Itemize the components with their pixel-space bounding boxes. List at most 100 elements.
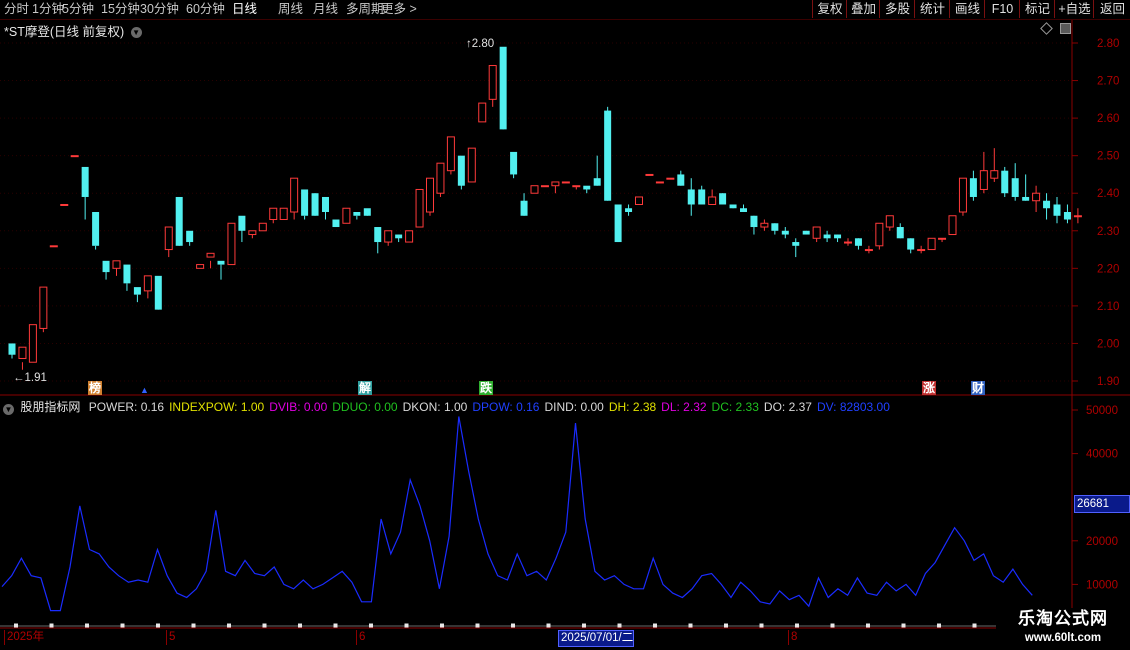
event-marker[interactable]: 财 [971,381,985,395]
candle [238,215,246,243]
double-up-arrow-icon[interactable]: ▲ [140,385,149,395]
candle [958,177,967,216]
candle [49,245,58,248]
toolbar-button-0[interactable]: 复权 [812,0,847,18]
candle [70,155,79,158]
signal-dot [227,623,231,628]
toolbar-button-1[interactable]: 叠加 [846,0,880,18]
candle [948,215,957,236]
candle [927,237,936,251]
tab-10[interactable]: 更多 > [381,1,417,18]
signal-dot [795,623,799,628]
signal-dot [404,623,409,628]
candle [771,223,779,235]
indicator-value: DO: 2.37 [763,400,812,414]
price-tick-label: 2.70 [1097,76,1119,88]
candle [342,207,351,224]
toolbar-button-7[interactable]: +自选 [1054,0,1094,18]
diamond-icon[interactable] [1040,22,1053,35]
signal-dot [85,623,89,628]
toolbar-button-8[interactable]: 返回 [1093,0,1130,18]
indicator-value: DDUO: 0.00 [332,400,398,414]
candle [8,343,16,359]
candle [677,170,685,186]
price-tick-label: 2.40 [1097,188,1119,200]
candle [92,212,100,250]
candle [655,181,664,184]
candle [332,219,340,228]
event-marker[interactable]: 涨 [922,381,936,395]
candle [1001,166,1009,197]
toolbar-button-5[interactable]: F10 [984,0,1020,18]
candle [687,178,695,216]
candle [81,166,89,220]
indicator-value: DC: 2.33 [711,400,759,414]
candle [635,196,643,205]
candle [467,147,476,183]
candle [258,222,267,232]
indicator-value: DIND: 0.00 [544,400,604,414]
candle [551,181,560,194]
period-toolbar: 分时 1分钟 5分钟 15分钟 30分钟 60分钟 日线 周线 月线 多周期 更多 > 复权 叠加 多股… [0,0,1130,20]
candle [1011,163,1019,201]
signal-dot [511,623,515,628]
candle [217,260,225,280]
signal-dot [156,623,160,628]
tab-5[interactable]: 60分钟 [186,1,225,18]
toolbar-button-4[interactable]: 画线 [949,0,985,18]
dropdown-chevron-icon[interactable]: ▼ [3,404,14,415]
expand-icon[interactable] [1060,23,1071,34]
event-marker[interactable]: 解 [358,381,372,395]
tab-2[interactable]: 5分钟 [62,1,94,18]
price-tick-label: 1.90 [1097,376,1119,388]
toolbar-button-3[interactable]: 统计 [914,0,950,18]
tab-4[interactable]: 30分钟 [140,1,179,18]
signal-dot [369,623,373,628]
candle [227,222,236,266]
candle [426,177,434,216]
date-label: 8 [788,630,797,645]
tab-1[interactable]: 1分钟 [32,1,64,18]
event-marker[interactable]: 榜 [88,381,102,395]
stock-title[interactable]: *ST摩登(日线 前复权) ▼ [4,21,142,40]
toolbar-button-2[interactable]: 多股 [879,0,915,18]
date-label: 5 [166,630,175,645]
candle [322,196,329,220]
candle [363,208,371,216]
candle [269,207,278,224]
tab-3[interactable]: 15分钟 [101,1,140,18]
tab-9[interactable]: 多周期 [346,1,384,18]
price-tick-label: 2.50 [1097,151,1119,163]
signal-dot [440,623,444,628]
candle [604,106,612,201]
event-marker[interactable]: 跌 [479,381,493,395]
volume-indicator-line [1,416,1033,612]
signal-dot [191,623,196,628]
indicator-value: POWER: 0.16 [88,400,165,414]
signal-dot [14,623,18,628]
kline-chart[interactable]: 2.80 2.70 2.60 2.50 2.40 2.30 2.20 2.10 2.00 1.90… [0,0,1130,650]
candle [781,227,789,239]
tab-8[interactable]: 月线 [313,1,338,18]
signal-dot [49,623,54,628]
date-label: 2025年 [4,630,44,645]
dropdown-chevron-icon[interactable]: ▼ [130,27,142,38]
tab-7[interactable]: 周线 [278,1,303,18]
signal-dot [972,623,977,628]
signal-dot [333,623,338,628]
tab-0[interactable]: 分时 [4,1,29,18]
candle [645,173,654,176]
candle [834,234,842,243]
high-price-marker: ↑2.80 [466,38,495,50]
indicator-name[interactable]: 股朋指标网 [20,400,80,414]
tab-6[interactable]: 日线 [232,1,257,18]
toolbar-button-6[interactable]: 标记 [1019,0,1055,18]
date-label: 2025/07/01/二 [558,630,635,647]
candle [436,162,445,197]
price-tick-label: 2.80 [1097,38,1119,50]
candle [1022,174,1030,201]
candle [990,148,999,182]
candle [1063,204,1071,224]
candle [614,204,622,243]
candle [123,264,131,291]
